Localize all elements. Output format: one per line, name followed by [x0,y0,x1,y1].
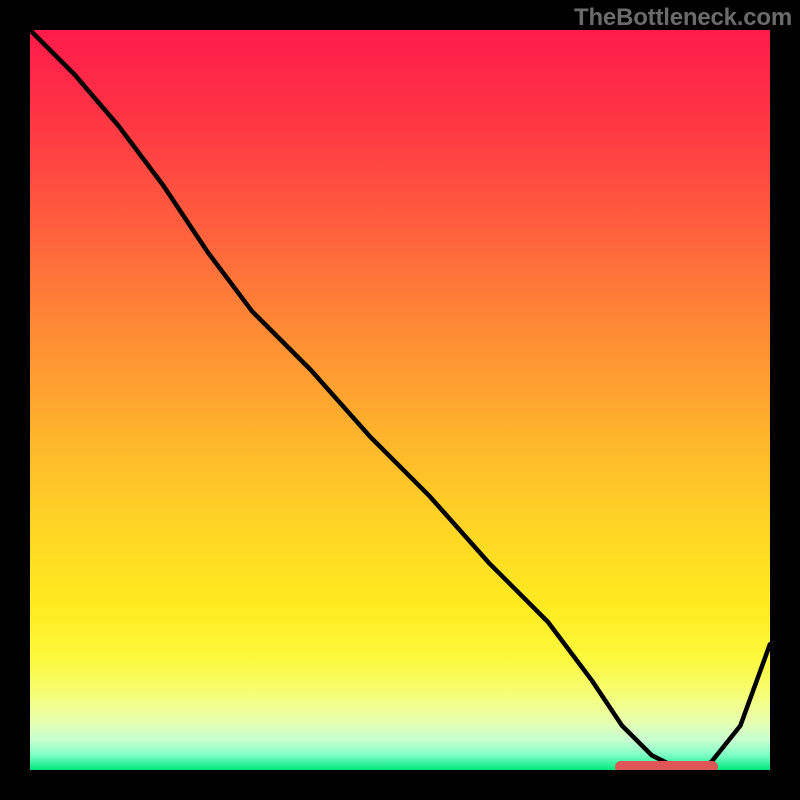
plot-area [30,30,770,770]
chart-canvas: TheBottleneck.com [0,0,800,800]
curve-line [30,30,770,770]
flat-segment-bar [615,761,719,770]
curve-path [30,30,770,770]
watermark-text: TheBottleneck.com [574,4,792,32]
